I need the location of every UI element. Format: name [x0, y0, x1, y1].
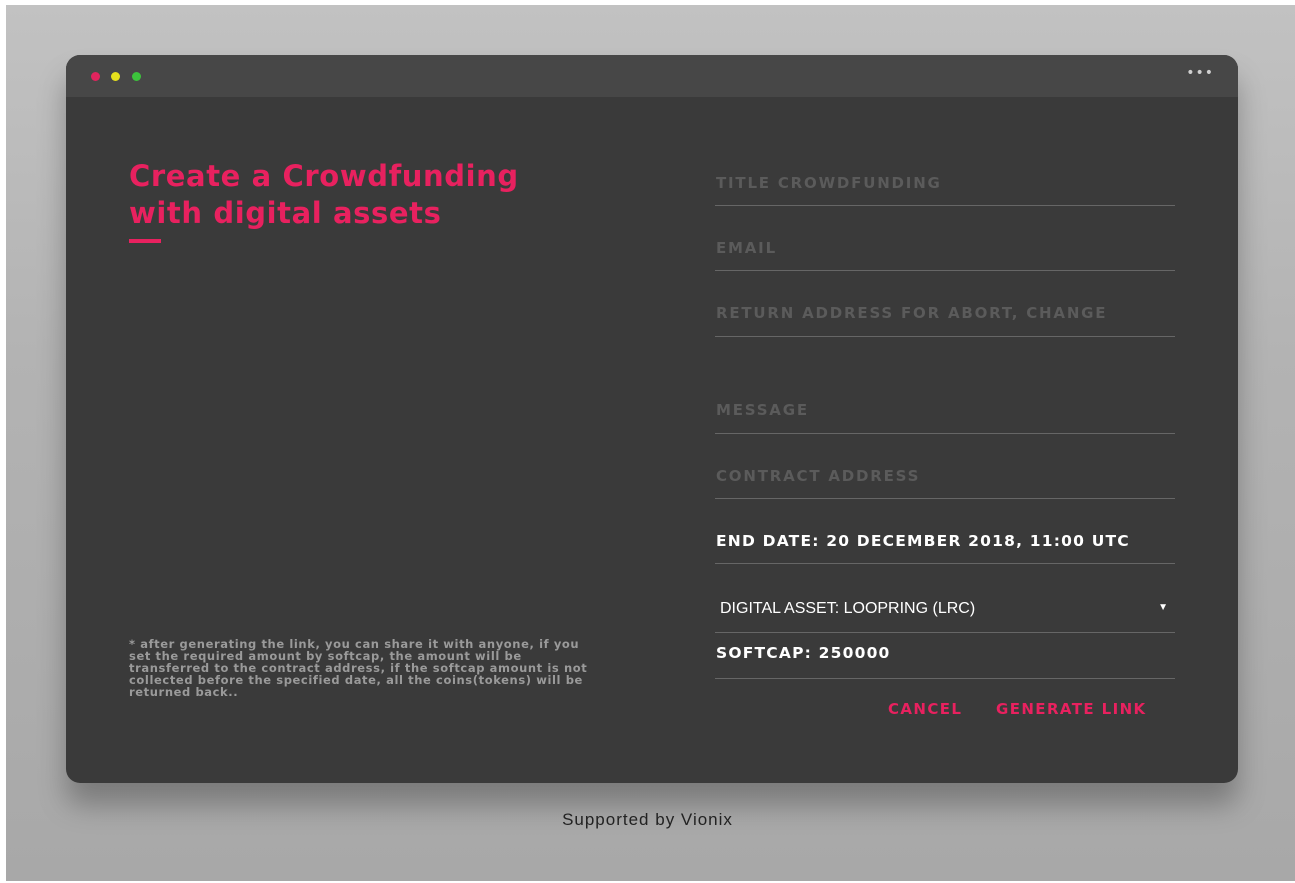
page-title: Create a Crowdfunding with digital assets	[129, 158, 649, 232]
digital-asset-value: DIGITAL ASSET: LOOPRING (LRC)	[720, 600, 976, 617]
softcap-value: SOFTCAP: 250000	[716, 644, 891, 662]
minimize-window-dot-icon[interactable]	[111, 72, 120, 81]
contract-address-field	[715, 453, 1175, 499]
digital-asset-select[interactable]: DIGITAL ASSET: LOOPRING (LRC) ▼	[715, 584, 1175, 633]
chevron-down-icon: ▼	[1158, 602, 1168, 613]
title-field	[715, 160, 1175, 206]
page-border-left	[0, 0, 6, 883]
info-footnote: * after generating the link, you can sha…	[129, 637, 588, 699]
title-accent-bar	[129, 239, 161, 243]
close-window-dot-icon[interactable]	[91, 72, 100, 81]
contract-address-input[interactable]	[715, 453, 1175, 498]
email-field	[715, 225, 1175, 271]
more-horizontal-icon[interactable]: •••	[1186, 65, 1214, 81]
message-input[interactable]	[715, 387, 1175, 433]
title-crowdfunding-input[interactable]	[715, 160, 1175, 205]
message-field	[715, 387, 1175, 434]
supported-by-footer: Supported by Vionix	[562, 810, 733, 829]
softcap-field[interactable]: SOFTCAP: 250000	[715, 632, 1175, 679]
generate-link-button[interactable]: GENERATE LINK	[996, 700, 1147, 718]
cancel-button[interactable]: CANCEL	[888, 700, 962, 718]
end-date-value: END DATE: 20 DECEMBER 2018, 11:00 UTC	[716, 532, 1130, 550]
page-title-line-2: with digital assets	[129, 196, 442, 230]
maximize-window-dot-icon[interactable]	[132, 72, 141, 81]
page-border-top	[0, 0, 1295, 5]
end-date-field[interactable]: END DATE: 20 DECEMBER 2018, 11:00 UTC	[715, 518, 1175, 564]
page-title-line-1: Create a Crowdfunding	[129, 159, 519, 193]
app-window: ••• Create a Crowdfunding with digital as…	[66, 55, 1238, 783]
email-input[interactable]	[715, 225, 1175, 270]
return-address-field	[715, 290, 1175, 337]
return-address-input[interactable]	[715, 290, 1175, 336]
window-titlebar: •••	[66, 55, 1238, 97]
